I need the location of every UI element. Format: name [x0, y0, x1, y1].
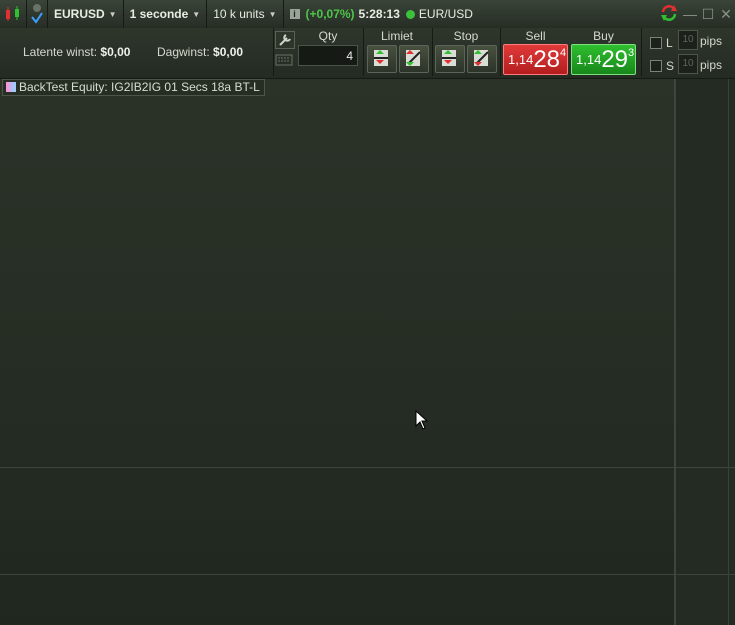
buy-price-prefix: 1,14 [576, 52, 602, 67]
buy-header: Buy [593, 29, 614, 43]
sell-price-prefix: 1,14 [508, 52, 534, 67]
limit-pips-unit: pips [700, 34, 723, 48]
latent-profit-label: Latente winst: [23, 45, 98, 59]
buy-stop-button[interactable] [435, 45, 465, 73]
equity-legend[interactable]: BackTest Equity: IG2IB2IG 01 Secs 18a BT… [2, 79, 265, 96]
buy-button[interactable]: 1,14 29 3 [571, 44, 636, 75]
stop-checkbox-label: S [666, 59, 675, 73]
sell-price-pips: 28 [533, 45, 561, 73]
stop-checkbox[interactable] [650, 60, 662, 72]
minimize-icon[interactable]: — [681, 6, 699, 22]
chevron-down-icon: ▼ [192, 9, 201, 19]
limit-header: Limiet [380, 29, 413, 43]
timeframe-label: 1 seconde [129, 7, 189, 21]
mouse-pointer-icon [415, 410, 429, 430]
chart-type-button[interactable] [0, 0, 27, 28]
wrench-icon [279, 34, 291, 46]
qty-header: Qty [318, 29, 338, 43]
day-profit: Dagwinst: $0,00 [157, 45, 243, 59]
sell-price-fraction: 4 [560, 47, 567, 59]
instrument-label: EUR/USD [418, 7, 473, 21]
grid-line [728, 79, 729, 625]
close-icon[interactable]: ✕ [717, 6, 735, 23]
keyboard-icon [275, 54, 293, 66]
symbol-label: EURUSD [54, 7, 105, 21]
candlestick-icon [6, 6, 19, 21]
symbol-dropdown[interactable]: EURUSD ▼ [48, 0, 124, 28]
timeframe-dropdown[interactable]: 1 seconde ▼ [124, 0, 208, 28]
grid-line [0, 467, 735, 468]
limit-buy-icon [374, 50, 388, 66]
window-controls: — ☐ ✕ [657, 0, 735, 28]
day-profit-value: $0,00 [213, 45, 244, 59]
sell-header: Sell [525, 29, 546, 43]
stop-buy-icon [442, 50, 456, 66]
wrench-button[interactable] [275, 31, 295, 49]
trade-panel: Latente winst: $0,00 Dagwinst: $0,00 Qty… [0, 28, 735, 79]
sell-stop-button[interactable] [467, 45, 497, 73]
limit-pips-input[interactable]: 10 [678, 30, 698, 50]
limit-checkbox-label: L [666, 36, 673, 50]
legend-swatch [6, 82, 16, 92]
units-dropdown[interactable]: 10 k units ▼ [207, 0, 284, 28]
change-percent: (+0,07%) [305, 7, 355, 21]
sell-limit-button[interactable] [399, 45, 429, 73]
sell-button[interactable]: 1,14 28 4 [503, 44, 568, 75]
buy-price-fraction: 3 [628, 47, 635, 59]
buy-price-pips: 29 [601, 45, 629, 73]
latent-profit-value: $0,00 [100, 45, 131, 59]
latent-profit: Latente winst: $0,00 [23, 45, 130, 59]
stop-header: Stop [453, 29, 479, 43]
day-profit-label: Dagwinst: [157, 45, 210, 59]
price-axis[interactable] [675, 79, 735, 625]
refresh-icon[interactable] [657, 3, 681, 26]
keyboard-button[interactable] [275, 52, 293, 68]
limit-checkbox[interactable] [650, 37, 662, 49]
chevron-down-icon: ▼ [108, 9, 117, 19]
info-icon[interactable]: i [289, 9, 300, 19]
grid-line [0, 574, 735, 575]
verified-button[interactable] [27, 0, 48, 28]
qty-input[interactable]: 4 [298, 45, 358, 66]
top-toolbar: EURUSD ▼ 1 seconde ▼ 10 k units ▼ i (+0,… [0, 0, 735, 29]
legend-label: BackTest Equity: IG2IB2IG 01 Secs 18a BT… [19, 80, 260, 94]
status-dot [405, 9, 415, 19]
stop-sell-icon [474, 50, 489, 66]
quote-info: i (+0,07%) 5:28:13 EUR/USD [284, 0, 479, 28]
chart-area[interactable] [0, 79, 675, 625]
maximize-icon[interactable]: ☐ [699, 6, 717, 23]
limit-sell-icon [406, 50, 421, 66]
chevron-down-icon: ▼ [268, 9, 277, 19]
check-icon [31, 4, 43, 24]
buy-limit-button[interactable] [367, 45, 397, 73]
stop-pips-input[interactable]: 10 [678, 54, 698, 74]
stop-pips-unit: pips [700, 58, 723, 72]
units-label: 10 k units [213, 7, 265, 21]
quote-time: 5:28:13 [358, 7, 400, 21]
